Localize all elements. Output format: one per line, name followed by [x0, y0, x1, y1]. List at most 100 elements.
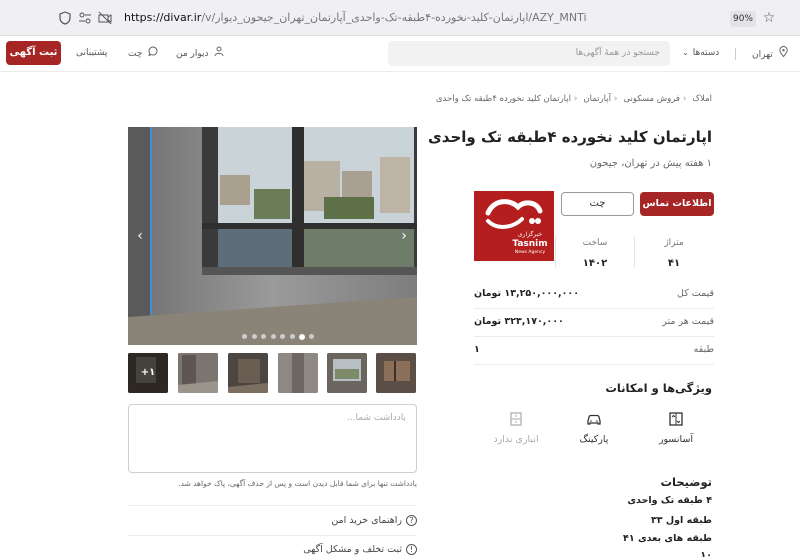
storage-icon	[481, 412, 551, 430]
description-line: طبقه اول ۳۳	[650, 515, 712, 526]
permissions-icon[interactable]	[78, 11, 92, 25]
breadcrumb: املاک‹فروش مسکونی‹آپارتمان‹اپارتمان کلید…	[433, 94, 712, 104]
link-label: ثبت تخلف و مشکل آگهی	[303, 544, 402, 555]
browser-address-bar: https://divar.ir/v/اپارتمان-کلید-نخورده-…	[0, 0, 800, 36]
stat-key: متراژ	[664, 238, 684, 248]
support-link[interactable]: پشتیبانی	[76, 46, 107, 60]
gallery-dot[interactable]	[280, 334, 285, 339]
question-icon: ?	[406, 515, 417, 526]
link-label: راهنمای خرید امن	[331, 515, 402, 526]
svg-text:Tasnim: Tasnim	[512, 239, 547, 249]
gallery-dot[interactable]	[251, 334, 257, 339]
divider	[128, 505, 417, 506]
search-input[interactable]: جستجو در همهٔ آگهی‌ها	[388, 41, 670, 66]
support-label: پشتیبانی	[76, 48, 108, 58]
page-title: اپارتمان کلید نخورده ۴طبقه تک واحدی	[428, 128, 712, 146]
chevron-left-icon: ‹	[613, 94, 618, 104]
main-photo[interactable]	[128, 127, 417, 345]
gallery-next-arrow[interactable]: ›	[398, 227, 410, 245]
detail-row: قیمت کل ۱۳,۲۵۰,۰۰۰,۰۰۰ تومان	[474, 281, 714, 309]
stat-value: ۱۴۰۲	[582, 258, 608, 269]
svg-text:News Agency: News Agency	[515, 249, 546, 255]
gallery-dot[interactable]	[242, 334, 247, 339]
note-textarea[interactable]: یادداشت شما...	[128, 404, 417, 473]
description-title: توضیحات	[660, 475, 713, 489]
thumbnail[interactable]	[178, 353, 218, 393]
chevron-left-icon: ‹	[682, 94, 687, 104]
stat-area: متراژ ۴۱	[644, 238, 704, 269]
user-icon	[214, 46, 224, 59]
city-selector[interactable]: تهران	[752, 46, 788, 62]
categories-dropdown[interactable]: ⌄ دسته‌ها	[682, 46, 719, 60]
breadcrumb-item[interactable]: فروش مسکونی	[623, 94, 680, 104]
gallery-dot[interactable]	[289, 334, 295, 339]
url-host: https://divar.ir	[124, 11, 202, 24]
my-divar-link[interactable]: دیوار من	[176, 46, 224, 61]
description-line: طبقه های بعدی ۴۱	[623, 533, 712, 544]
star-icon[interactable]: ☆	[762, 11, 776, 25]
note-hint: یادداشت تنها برای شما قابل دیدن است و پس…	[178, 479, 417, 488]
detail-value: ۱	[474, 344, 480, 355]
detail-value: ۳۲۳,۱۷۰,۰۰۰ تومان	[474, 316, 564, 327]
zoom-level[interactable]: 90%	[730, 11, 756, 27]
thumbnail[interactable]	[278, 353, 318, 393]
car-icon	[559, 412, 629, 430]
thumbnail[interactable]	[228, 353, 268, 393]
chat-link[interactable]: چت	[128, 46, 158, 61]
chat-label: چت	[128, 49, 143, 59]
url-field[interactable]: https://divar.ir/v/اپارتمان-کلید-نخورده-…	[124, 8, 684, 28]
features-title: ویژگی‌ها و امکانات	[605, 381, 712, 395]
detail-key: طبقه	[693, 344, 714, 355]
city-label: تهران	[752, 50, 773, 60]
contact-info-button[interactable]: اطلاعات تماس	[640, 192, 714, 216]
description-line: ۱۰	[700, 550, 712, 557]
listing-subtitle: ۱ هفته پیش در تهران، جیحون	[589, 158, 712, 169]
my-divar-label: دیوار من	[176, 49, 209, 59]
thumbnail[interactable]: +۱	[128, 353, 168, 393]
detail-row: قیمت هر متر ۳۲۳,۱۷۰,۰۰۰ تومان	[474, 309, 714, 337]
more-photos-count[interactable]: +۱	[128, 353, 168, 393]
gallery-prev-arrow[interactable]: ‹	[134, 227, 146, 245]
gallery-dot[interactable]	[270, 334, 276, 339]
description-line: ۴ طبقه تک واحدی	[627, 495, 712, 506]
feature-label: انباری ندارد	[493, 434, 539, 445]
categories-label: دسته‌ها	[692, 48, 720, 58]
alert-icon: !	[406, 544, 417, 555]
thumbnail[interactable]	[376, 353, 416, 393]
detail-value: ۱۳,۲۵۰,۰۰۰,۰۰۰ تومان	[474, 288, 579, 299]
tasnim-logo: خبرگزاری Tasnim News Agency	[474, 191, 554, 261]
location-pin-icon	[778, 46, 788, 60]
stat-divider	[555, 236, 556, 268]
gallery-dot[interactable]	[261, 334, 266, 339]
report-ad-link[interactable]: ! ثبت تخلف و مشکل آگهی	[303, 544, 417, 555]
url-path: /v/اپارتمان-کلید-نخورده-۴طبقه-تک-واحدی_آ…	[201, 11, 587, 24]
svg-text:خبرگزاری: خبرگزاری	[518, 230, 543, 238]
feature-parking: پارکینگ	[559, 412, 629, 445]
breadcrumb-item[interactable]: املاک	[692, 94, 712, 104]
detail-key: قیمت کل	[677, 288, 714, 299]
elevator-icon	[641, 412, 711, 430]
gallery-dot[interactable]	[299, 333, 305, 340]
site-header: ثبت آگهی پشتیبانی چت دیوار من جستجو در ه…	[0, 36, 800, 72]
breadcrumb-item[interactable]: آپارتمان	[583, 94, 611, 104]
stat-value: ۴۱	[667, 258, 681, 269]
gallery-dot[interactable]	[308, 334, 314, 339]
stat-key: ساخت	[582, 238, 608, 248]
chat-icon	[148, 46, 158, 59]
divider	[128, 535, 417, 536]
feature-elevator: آسانسور	[641, 412, 711, 445]
thumbnail[interactable]	[327, 353, 367, 393]
chevron-left-icon: ‹	[574, 94, 578, 104]
detail-row: طبقه ۱	[474, 337, 714, 365]
header-divider	[735, 48, 736, 60]
chevron-down-icon: ⌄	[682, 48, 689, 57]
chat-button[interactable]: چت	[561, 192, 634, 216]
stat-year-built: ساخت ۱۴۰۲	[565, 238, 625, 269]
shield-icon[interactable]	[58, 11, 72, 25]
post-ad-button[interactable]: ثبت آگهی	[6, 41, 61, 65]
camera-off-icon[interactable]	[98, 11, 112, 25]
breadcrumb-current[interactable]: اپارتمان کلید نخورده ۴طبقه تک واحدی	[436, 94, 571, 104]
feature-label: پارکینگ	[579, 434, 609, 445]
detail-key: قیمت هر متر	[662, 316, 714, 327]
safe-buying-guide-link[interactable]: ? راهنمای خرید امن	[331, 515, 417, 526]
